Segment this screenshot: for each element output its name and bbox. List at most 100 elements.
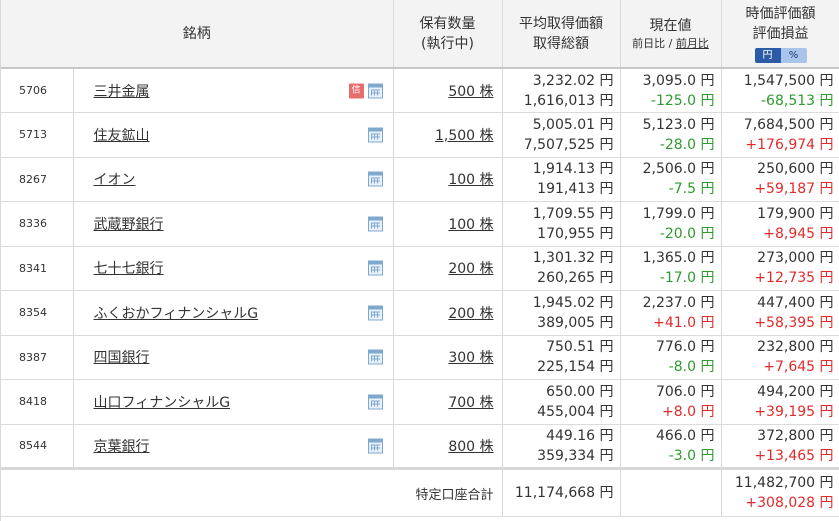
unit-toggle: 円 % xyxy=(754,47,807,63)
table-row: 8354 ふくおかフィナンシャルG 200 株 1,945.02 円 389,005 円… xyxy=(1,290,839,336)
calendar-icon[interactable] xyxy=(367,349,383,365)
stock-name-link[interactable]: 山口フィナンシャルG xyxy=(94,395,231,411)
table-row: 8544 京葉銀行 800 株 449.16 円 359,334 円 466.0 円 -3.… xyxy=(1,424,839,469)
average-price: 449.16 円 xyxy=(546,427,614,444)
stock-code: 8354 xyxy=(1,290,74,336)
calendar-icon[interactable] xyxy=(367,438,383,454)
stock-name-cell: 三井金属 信 xyxy=(73,68,394,113)
header-current-price-label: 現在値 xyxy=(649,17,692,34)
unit-toggle-percent[interactable]: % xyxy=(780,47,807,63)
stock-name-link[interactable]: 住友鉱山 xyxy=(94,128,150,144)
day-change: -17.0 円 xyxy=(659,270,715,287)
average-price: 1,301.32 円 xyxy=(532,250,614,267)
average-price: 1,914.13 円 xyxy=(532,161,614,178)
current-price-cell: 776.0 円 -8.0 円 xyxy=(620,335,722,380)
quantity-cell: 100 株 xyxy=(393,201,503,247)
stock-name-cell: 四国銀行 xyxy=(73,335,394,380)
table-header-row: 銘柄 保有数量 (執行中) 平均取得価額 取得総額 現在値 前日比 / 前月比 xyxy=(1,0,839,69)
header-month-change-link[interactable]: 前月比 xyxy=(676,37,709,50)
market-value-cell: 1,547,500 円 -68,513 円 xyxy=(721,68,839,113)
total-label: 特定口座合計 xyxy=(1,467,503,517)
row-icons: 信 xyxy=(348,83,383,98)
total-cost: 260,265 円 xyxy=(537,270,614,287)
current-price: 5,123.0 円 xyxy=(642,116,715,133)
calendar-icon[interactable] xyxy=(367,305,383,321)
average-price: 1,945.02 円 xyxy=(532,294,614,311)
quantity-link[interactable]: 200 株 xyxy=(448,306,493,322)
header-sub-separator: / xyxy=(665,36,676,50)
total-empty-cell xyxy=(620,467,722,517)
table-row: 8341 七十七銀行 200 株 1,301.32 円 260,265 円 1,365.0… xyxy=(1,246,839,291)
calendar-icon[interactable] xyxy=(367,216,383,232)
quantity-cell: 200 株 xyxy=(393,246,503,291)
quantity-link[interactable]: 300 株 xyxy=(448,350,493,366)
current-price: 706.0 円 xyxy=(655,383,715,400)
calendar-icon[interactable] xyxy=(367,83,383,98)
day-change: +41.0 円 xyxy=(653,314,715,331)
quantity-cell: 1,500 株 xyxy=(393,112,503,158)
current-price-cell: 466.0 円 -3.0 円 xyxy=(620,424,722,469)
average-price: 3,232.02 円 xyxy=(532,72,614,89)
calendar-icon[interactable] xyxy=(367,260,383,276)
quantity-link[interactable]: 200 株 xyxy=(448,261,493,277)
quantity-link[interactable]: 100 株 xyxy=(448,172,493,188)
stock-name-link[interactable]: 三井金属 xyxy=(94,84,150,100)
header-quantity: 保有数量 (執行中) xyxy=(393,0,503,69)
average-price-cell: 1,945.02 円 389,005 円 xyxy=(502,290,621,336)
table-row: 8336 武蔵野銀行 100 株 1,709.55 円 170,955 円 1,799.0… xyxy=(1,201,839,247)
total-cost: 191,413 円 xyxy=(537,181,614,198)
market-value-cell: 179,900 円 +8,945 円 xyxy=(721,201,839,247)
total-cost: 170,955 円 xyxy=(537,225,614,242)
unit-toggle-yen[interactable]: 円 xyxy=(754,47,781,63)
quantity-link[interactable]: 700 株 xyxy=(448,395,493,411)
quantity-link[interactable]: 800 株 xyxy=(448,439,493,455)
stock-name-link[interactable]: イオン xyxy=(94,172,136,188)
market-value-cell: 273,000 円 +12,735 円 xyxy=(721,246,839,291)
stock-name-link[interactable]: 七十七銀行 xyxy=(94,261,164,277)
market-value-cell: 250,600 円 +59,187 円 xyxy=(721,157,839,202)
current-price-cell: 2,506.0 円 -7.5 円 xyxy=(620,157,722,202)
credit-badge-icon[interactable]: 信 xyxy=(348,83,364,98)
stock-code: 8341 xyxy=(1,246,74,291)
row-icons xyxy=(367,349,383,365)
total-cost: 455,004 円 xyxy=(537,403,614,420)
quantity-link[interactable]: 1,500 株 xyxy=(435,128,494,144)
average-price-cell: 1,301.32 円 260,265 円 xyxy=(502,246,621,291)
stock-code: 8267 xyxy=(1,157,74,202)
row-icons xyxy=(367,260,383,276)
header-average-price: 平均取得価額 取得総額 xyxy=(502,0,621,69)
calendar-icon[interactable] xyxy=(367,171,383,187)
day-change: -3.0 円 xyxy=(668,447,715,464)
quantity-cell: 300 株 xyxy=(393,335,503,380)
table-row: 8387 四国銀行 300 株 750.51 円 225,154 円 776.0 円 -8.… xyxy=(1,335,839,380)
calendar-icon[interactable] xyxy=(367,127,383,143)
stock-name-link[interactable]: 武蔵野銀行 xyxy=(94,217,164,233)
stock-name-link[interactable]: ふくおかフィナンシャルG xyxy=(94,306,259,322)
stock-name-link[interactable]: 四国銀行 xyxy=(94,350,150,366)
header-quantity-pending-label: (執行中) xyxy=(421,35,474,52)
total-value-cell: 11,482,700 円 +308,028 円 xyxy=(721,467,839,517)
average-price-cell: 3,232.02 円 1,616,013 円 xyxy=(502,68,621,113)
total-market-value: 11,482,700 円 xyxy=(734,475,834,491)
unrealized-pl: +176,974 円 xyxy=(745,136,834,153)
market-value: 179,900 円 xyxy=(757,205,834,222)
stock-code: 8336 xyxy=(1,201,74,247)
current-price: 1,365.0 円 xyxy=(642,250,715,267)
table-row: 8418 山口フィナンシャルG 700 株 650.00 円 455,004 円 706.… xyxy=(1,379,839,425)
stock-name-cell: 京葉銀行 xyxy=(73,424,394,469)
header-market-value-label: 時価評価額 xyxy=(745,5,816,22)
quantity-link[interactable]: 500 株 xyxy=(448,84,493,100)
current-price-cell: 706.0 円 +8.0 円 xyxy=(620,379,722,425)
stock-code: 5706 xyxy=(1,68,74,113)
average-price-cell: 750.51 円 225,154 円 xyxy=(502,335,621,380)
quantity-cell: 500 株 xyxy=(393,68,503,113)
table-row: 8267 イオン 100 株 1,914.13 円 191,413 円 2,506.0 円… xyxy=(1,157,839,202)
stock-code: 5713 xyxy=(1,112,74,158)
average-price: 1,709.55 円 xyxy=(532,205,614,222)
total-row: 特定口座合計 11,174,668 円 11,482,700 円 +308,028 円 xyxy=(1,467,839,517)
quantity-link[interactable]: 100 株 xyxy=(448,217,493,233)
stock-name-link[interactable]: 京葉銀行 xyxy=(94,439,150,455)
calendar-icon[interactable] xyxy=(367,394,383,410)
current-price-cell: 5,123.0 円 -28.0 円 xyxy=(620,112,722,158)
table-row: 5713 住友鉱山 1,500 株 5,005.01 円 7,507,525 円 5,12… xyxy=(1,112,839,158)
